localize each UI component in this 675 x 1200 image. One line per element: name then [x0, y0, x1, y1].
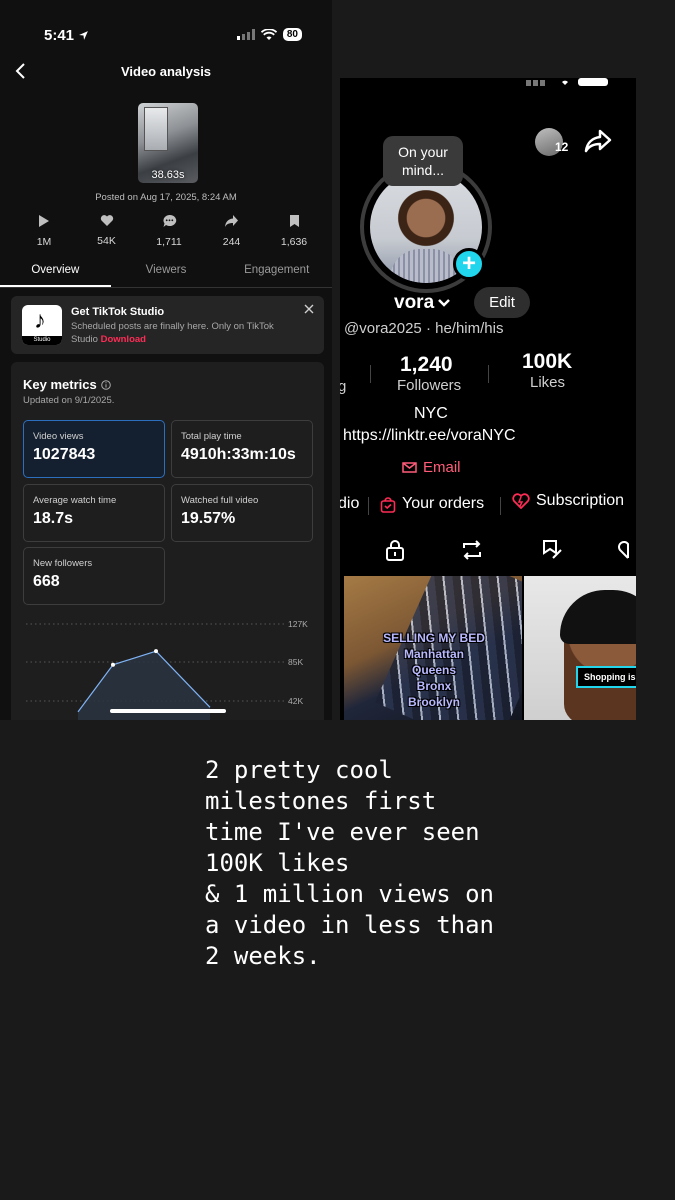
avatar-shirt: [390, 249, 462, 283]
metric-total-play-time[interactable]: Total play time 4910h:33m:10s: [171, 420, 313, 478]
subscription-link[interactable]: Subscription: [512, 492, 624, 510]
header: Video analysis: [0, 58, 332, 86]
bio-location: NYC: [414, 405, 448, 422]
metric-average-watch-time[interactable]: Average watch time 18.7s: [23, 484, 165, 542]
key-metrics-updated: Updated on 9/1/2025.: [23, 395, 115, 406]
wifi-icon: [562, 80, 568, 85]
analysis-tabs: Overview Viewers Engagement: [0, 264, 332, 288]
share-profile-icon[interactable]: [584, 128, 612, 154]
edit-profile-button[interactable]: Edit: [474, 287, 530, 318]
metric-new-followers[interactable]: New followers 668: [23, 547, 165, 605]
close-icon[interactable]: [304, 304, 314, 314]
status-bar: 5:41 80: [0, 0, 332, 60]
followers-label: Followers: [397, 377, 462, 394]
add-story-button[interactable]: +: [453, 248, 485, 280]
studio-banner-desc: Scheduled posts are finally here. Only o…: [71, 321, 274, 345]
mail-icon: [402, 462, 417, 473]
likes-count[interactable]: 100K: [522, 350, 572, 374]
metric-watched-full-video[interactable]: Watched full video 19.57%: [171, 484, 313, 542]
profile-handle: @vora2025 · he/him/his: [344, 320, 504, 337]
share-icon: [225, 215, 238, 227]
profile-links-row: dio Your orders Subscription: [340, 490, 636, 518]
chart-point: [154, 649, 158, 654]
chart-point: [111, 662, 115, 667]
shopping-tag: Shopping is: [576, 666, 636, 688]
link-divider: [368, 497, 369, 515]
tiktok-studio-banner[interactable]: ♪ Studio Get TikTok Studio Scheduled pos…: [11, 296, 324, 354]
bookmark-icon: [289, 215, 299, 227]
views-chart: 127K 85K 42K: [26, 619, 308, 720]
page-title: Video analysis: [120, 64, 212, 79]
video-duration: 38.63s: [151, 169, 185, 181]
chevron-down-icon: [438, 299, 451, 307]
tiktok-note-icon: ♪: [34, 307, 46, 334]
signal-icon: [236, 29, 255, 40]
studio-banner-title: Get TikTok Studio: [71, 306, 165, 318]
comment-icon: [162, 214, 176, 227]
wifi-icon: [260, 28, 277, 40]
metric-video-views[interactable]: Video views 1027843: [23, 420, 165, 478]
play-icon: [39, 215, 49, 227]
battery-indicator: 80: [282, 28, 302, 41]
stat-plays: 1M: [16, 214, 72, 248]
your-orders-link[interactable]: Your orders: [380, 495, 484, 513]
thumbnail-window: [144, 107, 168, 151]
battery-icon: [578, 78, 608, 86]
info-icon[interactable]: [100, 379, 111, 390]
status-time: 5:41: [44, 27, 89, 44]
video-thumbnail[interactable]: 38.63s: [138, 103, 198, 183]
followers-count[interactable]: 1,240: [400, 353, 453, 377]
lock-icon[interactable]: [384, 538, 406, 562]
stat-shares: 244: [204, 214, 260, 248]
profile-tabs-row: [340, 536, 636, 566]
status-icons: 80: [236, 28, 302, 41]
liked-icon[interactable]: [618, 540, 636, 560]
video-tile-selling-bed[interactable]: SELLING MY BED Manhattan Queens Bronx Br…: [344, 576, 522, 720]
posted-date: Posted on Aug 17, 2025, 8:24 AM: [95, 192, 237, 203]
heart-icon: [100, 215, 113, 226]
key-metrics-title: Key metrics: [23, 377, 111, 392]
link-divider: [500, 497, 501, 515]
tab-overview[interactable]: Overview: [0, 264, 111, 287]
bio-link[interactable]: https://linktr.ee/voraNYC: [343, 427, 516, 445]
subscription-heart-icon: [512, 492, 530, 509]
tile-hair: [560, 590, 636, 644]
following-label-cut: g: [340, 378, 347, 395]
video-stats-row: 1M 54K 1,711 244 1,636: [16, 214, 322, 248]
profile-screen: 12 On your mind... + vora Edit @vora2025…: [340, 78, 636, 720]
on-your-mind-bubble[interactable]: On your mind...: [383, 136, 463, 186]
video-overlay-text: SELLING MY BED Manhattan Queens Bronx Br…: [383, 631, 485, 709]
home-indicator: [110, 709, 226, 713]
shopping-bag-icon: [380, 496, 396, 513]
chart-tick-label: 85K: [288, 657, 303, 667]
repost-icon[interactable]: [459, 539, 485, 561]
video-tile-shopping[interactable]: Shopping is: [524, 576, 636, 720]
stat-comments: 1,711: [141, 214, 197, 248]
story-caption: 2 pretty cool milestones first time I've…: [205, 756, 494, 970]
video-analysis-screen: 5:41 80 Video analysis 38.63s Posted on …: [0, 0, 332, 720]
tiktok-studio-logo: ♪ Studio: [22, 305, 62, 345]
stat-likes: 54K: [79, 214, 135, 248]
following-count: 12: [555, 140, 569, 154]
tab-engagement[interactable]: Engagement: [221, 264, 332, 287]
stat-saves: 1,636: [266, 214, 322, 248]
location-arrow-icon: [79, 31, 88, 40]
profile-username[interactable]: vora: [394, 292, 451, 314]
status-icons-cut: [526, 78, 608, 86]
stat-divider: [488, 365, 489, 383]
stat-divider: [370, 365, 371, 383]
saved-icon[interactable]: [540, 538, 564, 562]
chart-tick-label: 42K: [288, 696, 303, 706]
likes-label: Likes: [530, 374, 566, 391]
download-link[interactable]: Download: [101, 334, 146, 345]
signal-icon: [526, 80, 545, 86]
tab-viewers[interactable]: Viewers: [111, 264, 222, 287]
chart-tick-label: 127K: [288, 619, 308, 629]
studio-link-cut[interactable]: dio: [340, 495, 359, 513]
email-button[interactable]: Email: [402, 459, 461, 476]
